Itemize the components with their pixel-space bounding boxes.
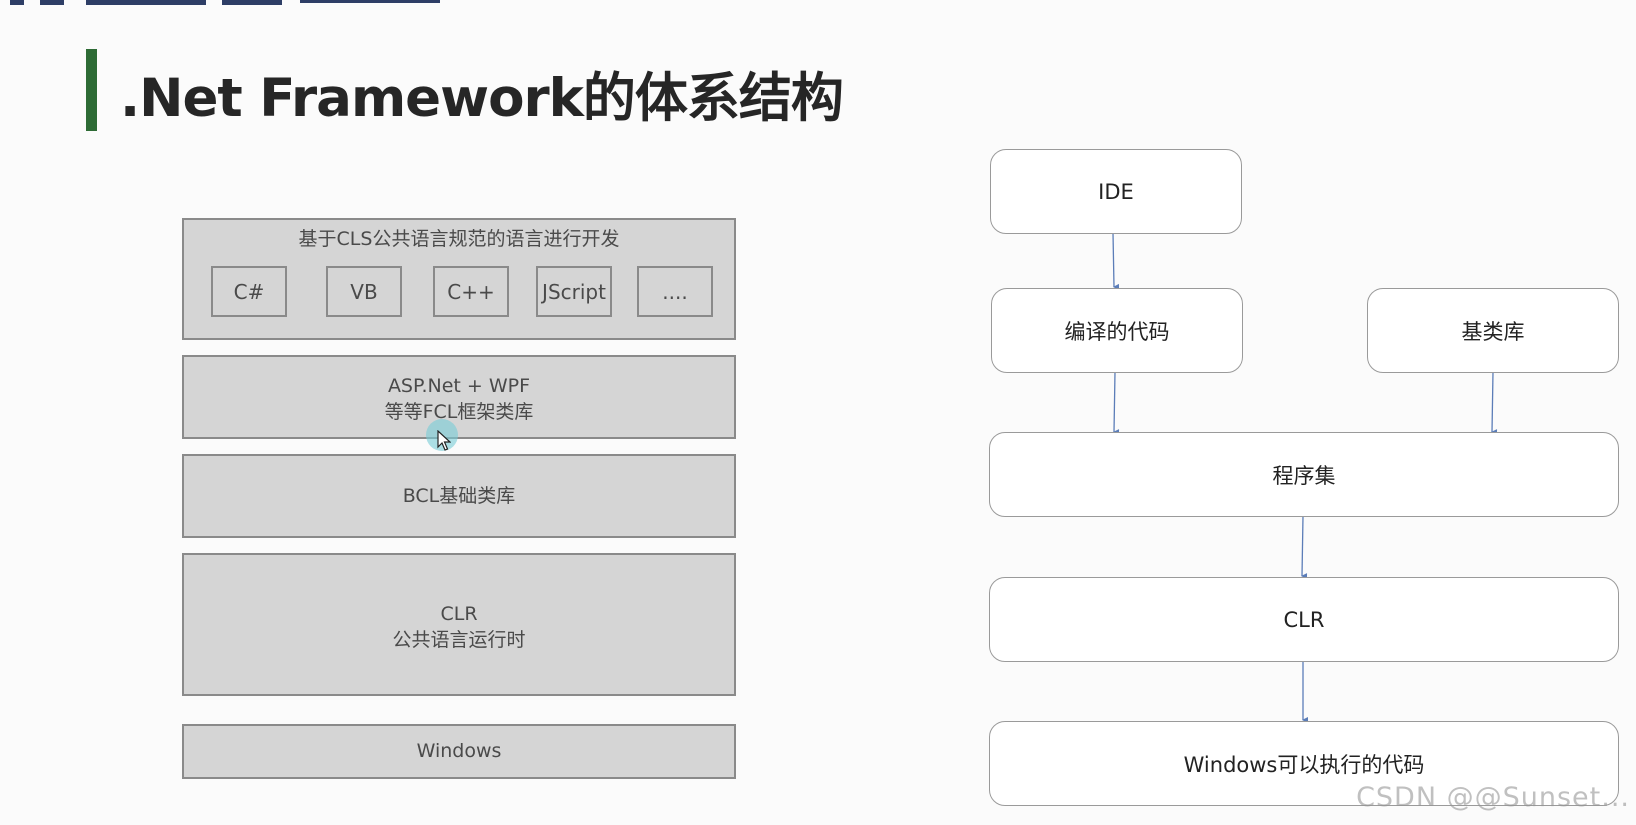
arrow-assembly-to-clr [1301,515,1308,580]
arrow-library-to-assembly [1491,371,1498,436]
compiled-code-node: 编译的代码 [991,288,1243,373]
base-class-library-node: 基类库 [1367,288,1619,373]
arrow-compiled-to-assembly [1113,371,1120,436]
clr-node: CLR [989,577,1619,662]
arrow-ide-to-compiled [1112,232,1120,290]
assembly-node: 程序集 [989,432,1619,517]
watermark: CSDN @@Sunset... [1356,782,1630,813]
ide-node: IDE [990,149,1242,234]
flow-arrows [1112,232,1498,723]
